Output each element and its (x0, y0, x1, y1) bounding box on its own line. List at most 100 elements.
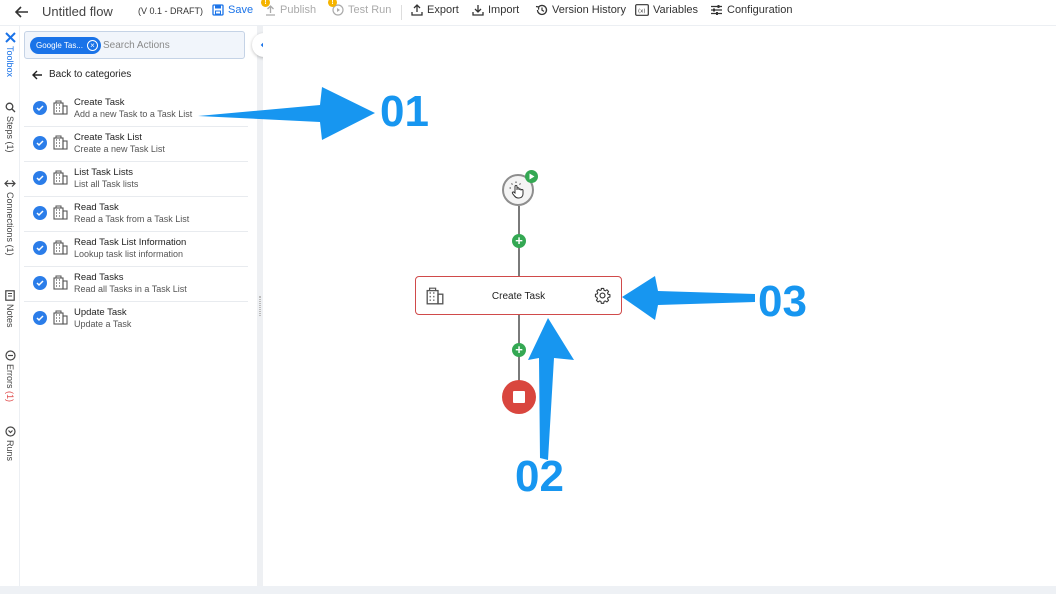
check-icon (33, 311, 47, 325)
variables-button[interactable]: (x) Variables (635, 4, 698, 16)
rail-errors[interactable]: Errors (1) (0, 350, 20, 402)
step-title: Create Task (491, 291, 546, 302)
toolbar-divider (401, 5, 402, 20)
history-icon (535, 4, 548, 16)
rail-steps-label: Steps (1) (5, 116, 15, 153)
plug-icon (4, 180, 16, 187)
variables-label: Variables (653, 4, 699, 16)
stop-node[interactable] (502, 380, 536, 414)
action-description: Read all Tasks in a Task List (74, 284, 187, 294)
check-icon (33, 101, 47, 115)
list-item[interactable]: Read Task Read a Task from a Task List (24, 197, 248, 232)
import-button[interactable]: Import (472, 4, 519, 16)
save-button[interactable]: Save (212, 4, 253, 16)
action-description: Read a Task from a Task List (74, 214, 190, 224)
action-name: Read Task List Information (74, 237, 187, 248)
add-step-button[interactable]: + (512, 234, 526, 248)
rail-errors-label: Errors (1) (5, 364, 15, 403)
rail-notes[interactable]: Notes (0, 290, 20, 328)
building-icon (53, 275, 68, 295)
save-icon (212, 4, 224, 16)
check-icon (33, 136, 47, 150)
back-to-categories-label: Back to categories (49, 69, 132, 80)
save-label: Save (228, 4, 254, 16)
side-rail: Toolbox Steps (1) Connections (1) Notes … (0, 26, 20, 586)
configuration-label: Configuration (727, 4, 793, 16)
annotation-label-01: 01 (380, 87, 429, 136)
filter-chip-label: Google Tas... (36, 41, 83, 50)
building-icon (53, 100, 68, 120)
stop-icon (513, 391, 525, 403)
action-name: List Task Lists (74, 167, 133, 178)
rail-connections[interactable]: Connections (1) (0, 178, 20, 256)
rail-notes-label: Notes (5, 304, 15, 328)
list-item[interactable]: List Task Lists List all Task lists (24, 162, 248, 197)
action-description: Update a Task (74, 319, 132, 329)
action-name: Create Task (74, 97, 125, 108)
chevron-circle-icon (4, 426, 16, 437)
filter-chip[interactable]: Google Tas... × (30, 37, 101, 54)
check-icon (33, 241, 47, 255)
rail-steps[interactable]: Steps (1) (0, 102, 20, 153)
pointer-hand-icon (509, 181, 524, 199)
bottom-bar (0, 586, 1056, 594)
action-description: Add a new Task to a Task List (74, 109, 193, 119)
action-name: Create Task List (74, 132, 142, 143)
arrow-left-icon (32, 70, 42, 79)
export-button[interactable]: Export (411, 4, 459, 16)
configuration-button[interactable]: Configuration (710, 4, 792, 16)
export-icon (411, 4, 423, 16)
grip-icon (259, 296, 261, 316)
version-history-label: Version History (552, 4, 626, 16)
top-toolbar: Untitled flow (V 0.1 - DRAFT) Save ! Pub… (0, 0, 1056, 26)
minus-circle-icon (4, 350, 16, 361)
action-list: Create Task Add a new Task to a Task Lis… (24, 92, 248, 337)
export-label: Export (427, 4, 459, 16)
toolbox-panel: Google Tas... × Back to categories Creat… (20, 26, 258, 586)
publish-button[interactable]: ! Publish (261, 0, 317, 16)
action-description: Lookup task list information (74, 249, 184, 259)
rail-runs-label: Runs (5, 440, 15, 462)
tools-icon (4, 32, 16, 43)
search-box[interactable]: Google Tas... × (24, 31, 245, 59)
rail-runs[interactable]: Runs (0, 426, 20, 461)
list-item[interactable]: Update Task Update a Task (24, 302, 248, 337)
action-description: List all Task lists (74, 179, 139, 189)
building-icon (53, 135, 68, 155)
building-icon (53, 240, 68, 260)
publish-label: Publish (280, 4, 317, 16)
close-icon[interactable]: × (87, 40, 98, 51)
building-icon (53, 205, 68, 225)
search-input[interactable] (103, 37, 238, 54)
back-to-categories-link[interactable]: Back to categories (32, 69, 131, 80)
building-icon (53, 310, 68, 330)
list-item[interactable]: Create Task List Create a new Task List (24, 127, 248, 162)
step-card-create-task[interactable]: Create Task (415, 276, 622, 315)
action-name: Update Task (74, 307, 127, 318)
rail-connections-label: Connections (1) (5, 192, 15, 256)
action-name: Read Tasks (74, 272, 124, 283)
flow-title[interactable]: Untitled flow (42, 4, 113, 19)
add-step-button[interactable]: + (512, 343, 526, 357)
version-history-button[interactable]: Version History (535, 4, 626, 16)
back-arrow-icon[interactable] (12, 2, 32, 22)
import-label: Import (488, 4, 520, 16)
list-item[interactable]: Create Task Add a new Task to a Task Lis… (24, 92, 248, 127)
annotation-label-03: 03 (758, 277, 807, 326)
search-icon (5, 102, 15, 113)
svg-text:(x): (x) (638, 9, 646, 15)
rail-toolbox-label: Toolbox (5, 46, 15, 78)
check-icon (33, 276, 47, 290)
action-name: Read Task (74, 202, 119, 213)
variables-icon: (x) (635, 4, 649, 16)
version-label: (V 0.1 - DRAFT) (138, 6, 204, 16)
list-item[interactable]: Read Tasks Read all Tasks in a Task List (24, 267, 248, 302)
building-icon (53, 170, 68, 190)
note-icon (5, 290, 15, 301)
test-run-button[interactable]: ! Test Run (328, 0, 391, 16)
gear-icon[interactable] (594, 287, 611, 309)
rail-toolbox[interactable]: Toolbox (0, 32, 20, 77)
list-item[interactable]: Read Task List Information Lookup task l… (24, 232, 248, 267)
sliders-icon (711, 5, 722, 15)
check-icon (33, 171, 47, 185)
